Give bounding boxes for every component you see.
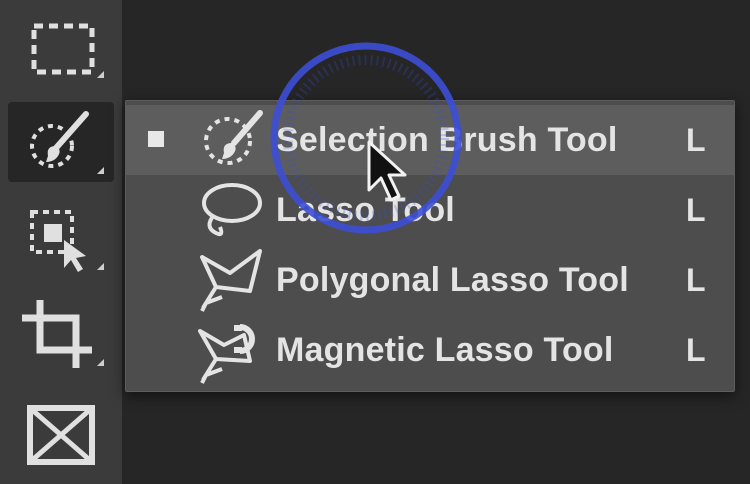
tool-group-indicator [97,71,104,78]
crop-tool-button[interactable] [8,294,114,374]
shortcut-key: L [686,262,706,298]
frame-icon [27,405,95,465]
selection-brush-icon [204,110,263,165]
shortcut-key: L [686,122,706,158]
selection-brush-tool-button[interactable] [8,102,114,182]
menu-item-selection-brush-tool[interactable]: Selection Brush Tool L [126,105,734,175]
lasso-tool-flyout-menu: Selection Brush Tool L Lasso Tool L Poly… [125,100,735,392]
menu-item-polygonal-lasso-tool[interactable]: Polygonal Lasso Tool L [126,245,734,315]
tool-group-indicator [97,359,104,366]
menu-item-lasso-tool[interactable]: Lasso Tool L [126,175,734,245]
menu-item-label: Magnetic Lasso Tool [276,331,614,369]
polygonal-lasso-icon [200,249,262,312]
menu-item-label: Selection Brush Tool [276,121,618,159]
tool-group-indicator [97,263,104,270]
shortcut-key: L [686,332,706,368]
tool-group-indicator [97,167,104,174]
menu-item-label: Lasso Tool [276,191,455,229]
marquee-tool-button[interactable] [8,6,114,86]
tools-panel [0,0,122,484]
frame-tool-button[interactable] [8,396,114,476]
lasso-icon [202,183,262,237]
magnetic-lasso-icon [198,324,255,384]
menu-item-label: Polygonal Lasso Tool [276,261,629,299]
object-selection-tool-button[interactable] [8,198,114,278]
selected-indicator [148,131,164,147]
menu-item-magnetic-lasso-tool[interactable]: Magnetic Lasso Tool L [126,315,734,385]
shortcut-key: L [686,192,706,228]
